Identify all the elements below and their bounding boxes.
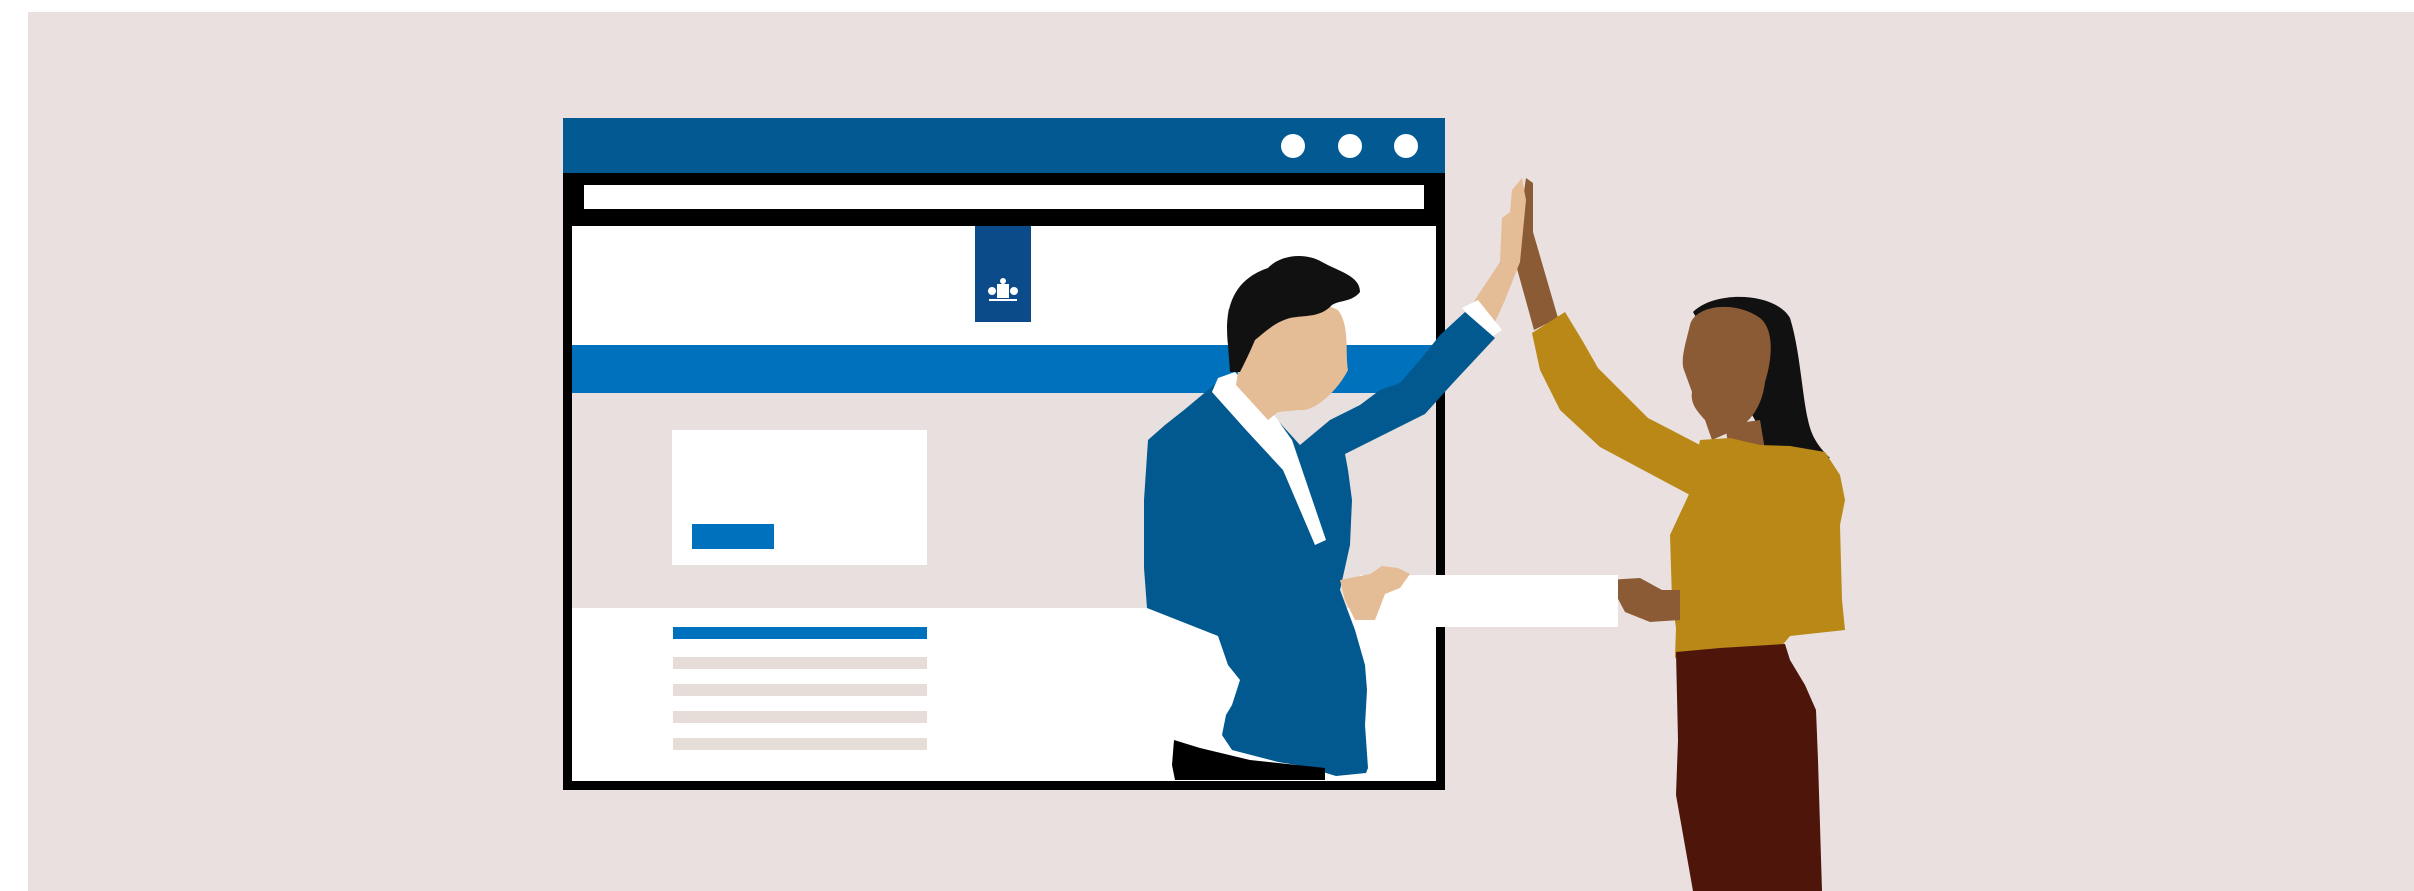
man-raised-hand xyxy=(1465,178,1526,322)
woman-sleeve xyxy=(1532,312,1700,495)
browser-titlebar xyxy=(563,118,1445,173)
link-line xyxy=(673,627,927,639)
woman-hand xyxy=(1608,578,1680,622)
circle-icon xyxy=(1281,134,1305,158)
circle-icon xyxy=(1338,134,1362,158)
text-line xyxy=(673,711,927,723)
woman-top xyxy=(1670,438,1845,658)
text-line xyxy=(673,684,927,696)
high-five-illustration xyxy=(563,118,1845,891)
text-line xyxy=(673,657,927,669)
text-line xyxy=(673,738,927,750)
circle-icon xyxy=(1394,134,1418,158)
woman-figure xyxy=(1516,178,1845,891)
address-bar xyxy=(584,185,1424,209)
card-button xyxy=(692,524,774,549)
woman-skirt xyxy=(1676,644,1822,891)
royal-coat-of-arms-icon xyxy=(975,226,1031,322)
